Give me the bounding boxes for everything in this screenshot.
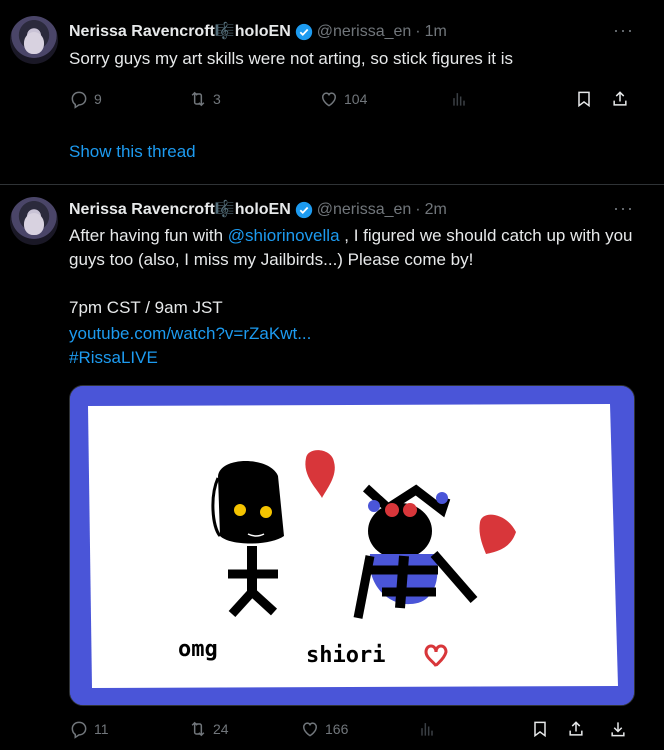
like-button[interactable]: 166 (300, 719, 348, 739)
hashtag-link[interactable]: #RissaLIVE (69, 346, 639, 370)
schedule-text: 7pm CST / 9am JST (69, 298, 223, 317)
retweet-icon (191, 91, 205, 107)
reply-icon (71, 721, 87, 739)
tweet-header: Nerissa Ravencroft🎼holoEN @nerissa_en · … (69, 22, 447, 42)
drawing-text-shiori: shiori (306, 643, 385, 668)
mention-link[interactable]: @shiorinovella (228, 226, 340, 245)
tweet-text: After having fun with @shiorinovella , I… (69, 224, 639, 272)
views-button[interactable] (417, 719, 437, 739)
author-handle[interactable]: @nerissa_en (317, 200, 412, 220)
share-icon (613, 91, 627, 106)
retweet-icon (191, 721, 205, 737)
reply-count: 11 (94, 721, 109, 737)
drawing-text-omg: omg (178, 637, 218, 662)
author-name[interactable]: Nerissa Ravencroft🎼holoEN (69, 22, 291, 42)
bookmark-icon (578, 91, 590, 108)
author-handle[interactable]: @nerissa_en (317, 22, 412, 42)
tweet-text-start: After having fun with (69, 226, 228, 245)
like-button[interactable]: 104 (319, 89, 367, 109)
timestamp[interactable]: 2m (425, 200, 447, 220)
download-button[interactable] (608, 719, 628, 739)
heart-icon (321, 92, 337, 107)
like-count: 166 (325, 721, 349, 737)
separator-dot: · (415, 201, 421, 218)
more-options-icon[interactable]: ··· (613, 198, 634, 219)
bookmark-button[interactable] (530, 719, 550, 739)
reply-button[interactable]: 11 (69, 719, 109, 739)
analytics-icon (421, 723, 433, 736)
author-name[interactable]: Nerissa Ravencroft🎼holoEN (69, 200, 291, 220)
avatar[interactable] (10, 16, 58, 64)
retweet-button[interactable]: 24 (188, 719, 229, 739)
bookmark-button[interactable] (574, 89, 594, 109)
share-button[interactable] (566, 719, 586, 739)
reply-icon (71, 91, 87, 109)
views-button[interactable] (449, 89, 469, 109)
share-icon (569, 721, 583, 736)
heart-icon (302, 722, 318, 737)
retweet-count: 3 (213, 91, 221, 107)
action-bar: 9 3 104 (69, 89, 639, 109)
action-bar: 11 24 166 (69, 719, 639, 739)
verified-badge-icon (295, 201, 312, 219)
share-button[interactable] (610, 89, 630, 109)
tweet-text: Sorry guys my art skills were not arting… (69, 49, 514, 68)
like-count: 104 (344, 91, 368, 107)
reply-count: 9 (94, 91, 102, 107)
analytics-icon (453, 93, 465, 106)
media-image[interactable]: omg shiori (69, 385, 635, 706)
timestamp[interactable]: 1m (425, 22, 447, 42)
stick-figure-drawing: omg shiori (70, 386, 634, 705)
tweet-header: Nerissa Ravencroft🎼holoEN @nerissa_en · … (69, 200, 447, 220)
reply-button[interactable]: 9 (69, 89, 102, 109)
more-options-icon[interactable]: ··· (613, 20, 634, 41)
retweet-count: 24 (213, 721, 229, 737)
bookmark-icon (534, 721, 546, 738)
verified-badge-icon (295, 23, 312, 41)
download-icon (611, 722, 625, 737)
tweet-1[interactable]: Nerissa Ravencroft🎼holoEN @nerissa_en · … (0, 0, 664, 184)
separator-dot: · (415, 23, 421, 40)
retweet-button[interactable]: 3 (188, 89, 221, 109)
youtube-link[interactable]: youtube.com/watch?v=rZaKwt... (69, 322, 639, 346)
show-thread-link[interactable]: Show this thread (69, 142, 196, 162)
avatar[interactable] (10, 197, 58, 245)
